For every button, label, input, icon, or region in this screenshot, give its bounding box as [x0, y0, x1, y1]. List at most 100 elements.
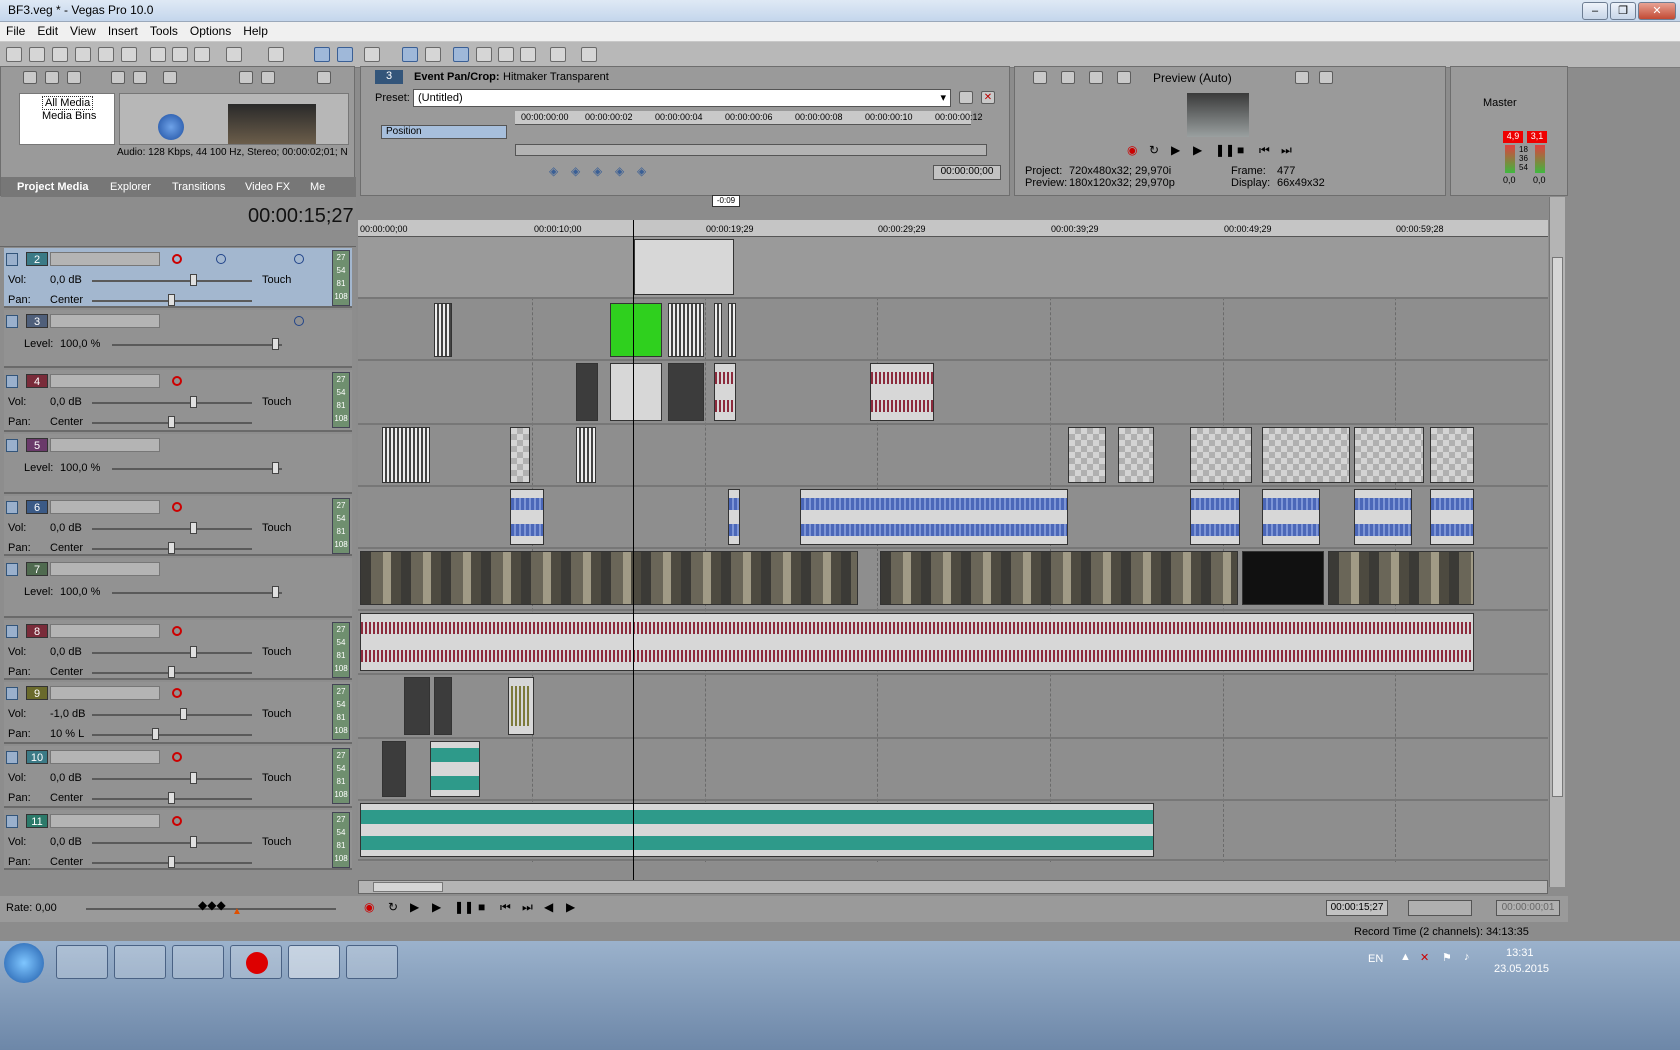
- play-from-start-icon[interactable]: ▶: [410, 900, 419, 914]
- save-snapshot-icon[interactable]: [1319, 71, 1333, 84]
- arm-record-icon[interactable]: [172, 688, 182, 698]
- external-monitor-icon[interactable]: [1061, 71, 1075, 84]
- track-name-field[interactable]: [50, 814, 160, 828]
- file-explorer-icon[interactable]: [346, 945, 398, 979]
- audio-event[interactable]: [576, 363, 598, 421]
- vegas-pro-icon[interactable]: [288, 945, 340, 979]
- track-header-11[interactable]: 11 Vol: 0,0 dB Touch Pan: Center 27 54 81 1…: [4, 810, 352, 870]
- tray-network-icon[interactable]: ✕: [1420, 951, 1429, 964]
- get-media-icon[interactable]: [67, 71, 81, 84]
- track-minimize-icon[interactable]: [6, 625, 18, 638]
- timeline-vertical-scrollbar[interactable]: [1549, 197, 1565, 887]
- pan-knob[interactable]: [168, 416, 175, 428]
- normal-edit-tool-icon[interactable]: [453, 47, 469, 62]
- media-fx-icon[interactable]: [111, 71, 125, 84]
- tab-project-media[interactable]: Project Media: [17, 178, 89, 196]
- automation-mode[interactable]: Touch: [262, 836, 291, 848]
- lane-track-9[interactable]: [358, 675, 1548, 739]
- track-minimize-icon[interactable]: [6, 253, 18, 266]
- vol-knob[interactable]: [190, 646, 197, 658]
- stop-icon[interactable]: ■: [1237, 143, 1244, 157]
- vol-slider[interactable]: [92, 714, 252, 716]
- undo-icon[interactable]: [226, 47, 242, 62]
- wizard-icon[interactable]: [550, 47, 566, 62]
- arm-record-icon[interactable]: [172, 502, 182, 512]
- audio-event[interactable]: [382, 741, 406, 797]
- track-minimize-icon[interactable]: [6, 563, 18, 576]
- arm-record-icon[interactable]: [172, 816, 182, 826]
- go-start-icon[interactable]: ⏮: [500, 900, 511, 915]
- audio-event[interactable]: [1190, 489, 1240, 545]
- automation-mode[interactable]: Touch: [262, 646, 291, 658]
- audio-event[interactable]: [800, 489, 1068, 545]
- loop-icon[interactable]: ↻: [1149, 143, 1159, 157]
- pan-crop-scrollbar[interactable]: [515, 144, 987, 156]
- playhead-cursor[interactable]: [633, 220, 634, 880]
- preview-quality[interactable]: Preview (Auto): [1153, 71, 1232, 85]
- menu-options[interactable]: Options: [184, 22, 237, 38]
- automation-mode[interactable]: Touch: [262, 708, 291, 720]
- track-minimize-icon[interactable]: [6, 439, 18, 452]
- audio-event[interactable]: [668, 363, 704, 421]
- vol-knob[interactable]: [190, 836, 197, 848]
- media-thumb-logo[interactable]: [158, 114, 184, 140]
- go-end-icon[interactable]: ⏭: [522, 900, 533, 915]
- track-header-6[interactable]: 6 Vol: 0,0 dB Touch Pan: Center 27 54 81 10…: [4, 496, 352, 556]
- arm-record-icon[interactable]: [172, 254, 182, 264]
- import-media-icon[interactable]: [23, 71, 37, 84]
- pan-knob[interactable]: [168, 792, 175, 804]
- timeline-ruler[interactable]: 00:00:00;00 00:00:10;00 00:00:19;29 00:0…: [358, 220, 1548, 237]
- audio-event[interactable]: [434, 677, 452, 735]
- lane-track-3[interactable]: [358, 299, 1548, 361]
- video-event[interactable]: [1242, 551, 1324, 605]
- render-icon[interactable]: [98, 47, 114, 62]
- timeline[interactable]: [358, 237, 1548, 862]
- vol-knob[interactable]: [190, 522, 197, 534]
- automation-mode[interactable]: Touch: [262, 274, 291, 286]
- cursor-position[interactable]: 00:00:15;27: [1326, 900, 1388, 916]
- envelope-tool-icon[interactable]: [476, 47, 492, 62]
- video-event[interactable]: [668, 303, 704, 357]
- lane-track-11[interactable]: [358, 801, 1548, 861]
- track-name-field[interactable]: [50, 624, 160, 638]
- track-name-field[interactable]: [50, 562, 160, 576]
- remove-icon[interactable]: [163, 71, 177, 84]
- audio-event[interactable]: [360, 613, 1474, 671]
- tree-all-media[interactable]: All Media: [42, 96, 94, 110]
- track-minimize-icon[interactable]: [6, 751, 18, 764]
- video-event[interactable]: [510, 427, 530, 483]
- clock-time[interactable]: 13:31: [1506, 947, 1534, 959]
- tray-volume-icon[interactable]: ♪: [1464, 951, 1470, 963]
- keyframe-nav-buttons[interactable]: ◈ ◈ ◈ ◈ ◈: [519, 164, 659, 178]
- audio-event[interactable]: [508, 677, 534, 735]
- position-property[interactable]: Position: [381, 125, 507, 139]
- minimize-button[interactable]: ‒: [1582, 2, 1608, 20]
- audio-event[interactable]: [870, 363, 934, 421]
- automation-mode[interactable]: Touch: [262, 522, 291, 534]
- play-icon[interactable]: ▶: [1193, 143, 1202, 157]
- tab-explorer[interactable]: Explorer: [110, 178, 151, 196]
- generated-media-event[interactable]: [610, 303, 662, 357]
- level-knob[interactable]: [272, 338, 279, 350]
- video-event[interactable]: [714, 303, 722, 357]
- video-event[interactable]: [434, 303, 452, 357]
- video-event[interactable]: [1190, 427, 1252, 483]
- paste-icon[interactable]: [194, 47, 210, 62]
- track-header-8[interactable]: 8 Vol: 0,0 dB Touch Pan: Center 27 54 81 10…: [4, 620, 352, 680]
- whats-this-icon[interactable]: [581, 47, 597, 62]
- tree-media-bins[interactable]: Media Bins: [42, 110, 96, 122]
- video-event[interactable]: [1262, 427, 1350, 483]
- vol-knob[interactable]: [180, 708, 187, 720]
- automation-icon[interactable]: [216, 254, 226, 264]
- internet-explorer-icon[interactable]: [56, 945, 108, 979]
- level-knob[interactable]: [272, 462, 279, 474]
- pan-knob[interactable]: [168, 294, 175, 306]
- timeline-horizontal-scrollbar[interactable]: [358, 880, 1548, 894]
- screen-recorder-icon[interactable]: [230, 945, 282, 979]
- properties-icon[interactable]: [121, 47, 137, 62]
- lane-track-7[interactable]: [358, 549, 1548, 611]
- video-event[interactable]: [1118, 427, 1154, 483]
- video-event[interactable]: [1328, 551, 1474, 605]
- copy-snapshot-icon[interactable]: [1295, 71, 1309, 84]
- vol-slider[interactable]: [92, 842, 252, 844]
